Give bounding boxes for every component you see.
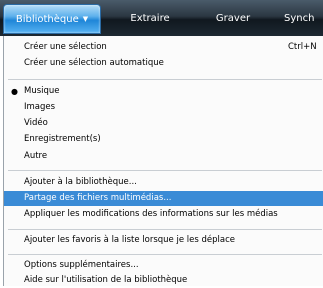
menu-separator [8, 79, 322, 80]
menu-item-label: Musique [24, 86, 60, 96]
menu-item-label: Images [24, 102, 56, 112]
library-dropdown-menu: Créer une sélection Ctrl+N Créer une sél… [3, 36, 323, 286]
menu-item-shortcut: Ctrl+N [288, 42, 317, 52]
menu-item-label: Autre [24, 151, 48, 161]
menu-item-create-auto-playlist[interactable]: Créer une sélection automatique [4, 56, 323, 71]
menu-separator [8, 170, 322, 171]
menu-item-add-favorites[interactable]: Ajouter les favoris à la liste lorsque j… [4, 233, 323, 248]
menu-item-label: Ajouter les favoris à la liste lorsque j… [24, 235, 235, 245]
menu-item-create-playlist[interactable]: Créer une sélection Ctrl+N [4, 40, 323, 55]
tab-synch[interactable]: Synch [284, 6, 323, 32]
tab-bar: Bibliothèque ▼ Extraire Graver Synch [0, 0, 323, 36]
tab-bibliotheque[interactable]: Bibliothèque ▼ [3, 4, 101, 34]
menu-item-more-options[interactable]: Options supplémentaires... [4, 258, 323, 273]
menu-item-enregistrements[interactable]: Enregistrement(s) [4, 132, 323, 147]
tab-graver-label: Graver [215, 13, 251, 24]
menu-item-label: Options supplémentaires... [24, 260, 139, 270]
menu-item-label: Enregistrement(s) [24, 134, 101, 144]
tab-synch-label: Synch [284, 13, 315, 24]
tab-graver[interactable]: Graver [200, 6, 266, 32]
menu-item-label: Créer une sélection automatique [24, 58, 164, 68]
menu-item-label: Créer une sélection [24, 42, 107, 52]
tab-extraire[interactable]: Extraire [114, 6, 186, 32]
chevron-down-icon: ▼ [82, 15, 89, 23]
menu-item-video[interactable]: Vidéo [4, 116, 323, 131]
tab-bibliotheque-label: Bibliothèque [15, 14, 79, 25]
radio-bullet-icon: ● [11, 87, 18, 96]
menu-item-label: Vidéo [24, 118, 48, 128]
menu-separator [8, 229, 322, 230]
menu-item-label: Partage des fichiers multimédias... [24, 193, 172, 203]
menu-item-musique[interactable]: ● Musique [4, 84, 323, 99]
menu-item-label: Ajouter à la bibliothèque... [24, 177, 137, 187]
menu-item-autre[interactable]: Autre [4, 149, 323, 164]
menu-item-label: Appliquer les modifications des informat… [24, 209, 278, 219]
menu-item-media-sharing[interactable]: Partage des fichiers multimédias... [4, 191, 323, 206]
menu-item-images[interactable]: Images [4, 100, 323, 115]
tab-extraire-label: Extraire [130, 13, 170, 24]
menu-item-apply-media-info[interactable]: Appliquer les modifications des informat… [4, 207, 323, 222]
menu-item-add-to-library[interactable]: Ajouter à la bibliothèque... [4, 175, 323, 190]
menu-separator [8, 254, 322, 255]
